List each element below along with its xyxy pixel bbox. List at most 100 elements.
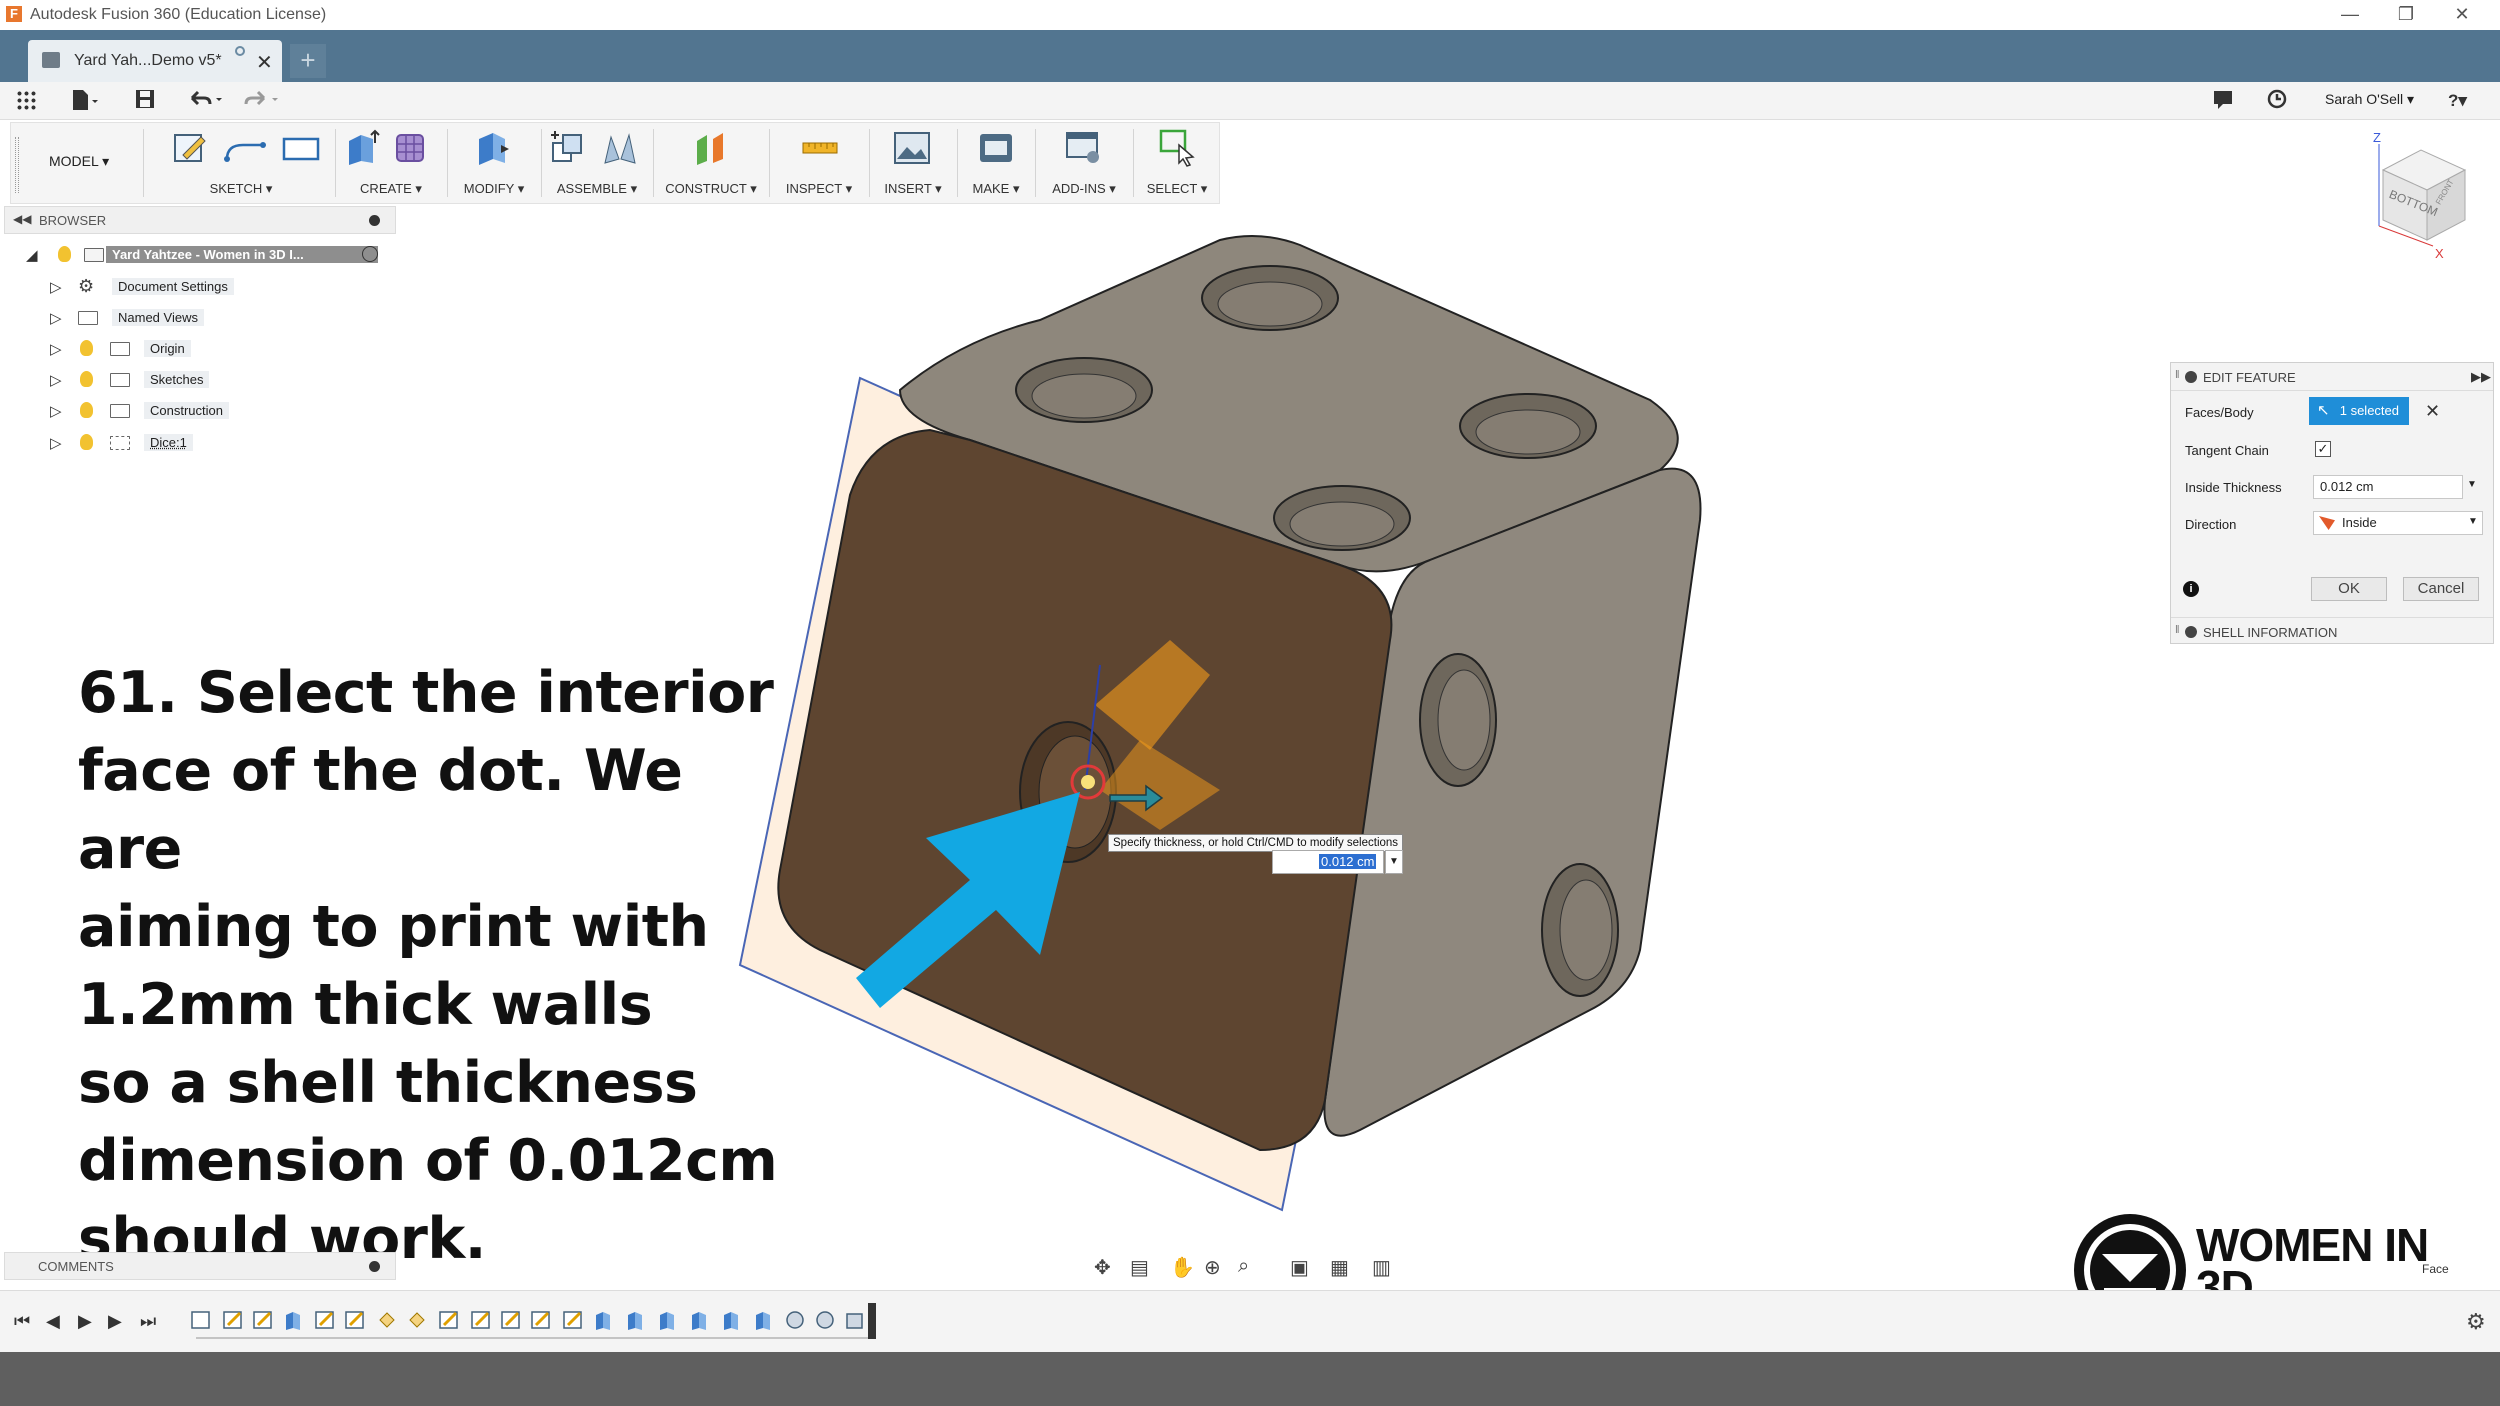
collapse-arrows-icon[interactable]: ◀◀	[13, 212, 31, 226]
user-account-menu[interactable]: Sarah O'Sell ▾	[2325, 91, 2414, 108]
tangent-chain-checkbox[interactable]: ✓	[2315, 441, 2331, 457]
toolbar-grip[interactable]	[15, 137, 19, 193]
sketch-feature-icon[interactable]	[470, 1309, 492, 1331]
sketch-feature-icon[interactable]	[530, 1309, 552, 1331]
expand-triangle-icon[interactable]: ▷	[50, 309, 62, 327]
viewcube[interactable]: BOTTOM FRONT Z X	[2365, 130, 2485, 270]
step-forward-icon[interactable]: ▶	[108, 1311, 122, 1332]
sketch-menu[interactable]: SKETCH ▾	[151, 181, 331, 197]
press-pull-icon[interactable]	[473, 129, 511, 167]
extrude-feature-icon[interactable]	[688, 1309, 710, 1331]
rectangle-icon[interactable]	[281, 129, 321, 167]
create-sketch-icon[interactable]	[171, 129, 209, 167]
joint-icon[interactable]	[601, 129, 639, 167]
modify-menu[interactable]: MODIFY ▾	[451, 181, 537, 197]
notifications-button[interactable]	[2212, 88, 2234, 114]
visibility-bulb-icon[interactable]	[80, 402, 93, 418]
orbit-icon[interactable]: ✥	[1094, 1255, 1111, 1280]
browser-item-construction[interactable]: ▷ Construction	[50, 400, 350, 424]
chevron-down-icon[interactable]: ▼	[1385, 850, 1403, 874]
sketch-feature-icon[interactable]	[562, 1309, 584, 1331]
offset-plane-icon[interactable]	[693, 129, 731, 167]
add-ins-menu[interactable]: ADD-INS ▾	[1039, 181, 1129, 197]
pan-icon[interactable]: ✋	[1170, 1255, 1195, 1280]
extrude-icon[interactable]	[343, 129, 381, 167]
extrude-feature-icon[interactable]	[656, 1309, 678, 1331]
expand-dialog-icon[interactable]: ▶▶	[2471, 369, 2491, 385]
visibility-bulb-icon[interactable]	[58, 246, 71, 262]
sketch-feature-icon[interactable]	[314, 1309, 336, 1331]
look-at-icon[interactable]: ▤	[1130, 1255, 1149, 1280]
pin-icon[interactable]	[369, 215, 380, 226]
model-canvas[interactable]	[700, 220, 1760, 1220]
browser-root-label[interactable]: Yard Yahtzee - Women in 3D I...	[106, 246, 378, 263]
expand-icon[interactable]	[2185, 626, 2197, 638]
browser-panel-header[interactable]: ◀◀ BROWSER	[4, 206, 396, 234]
faces-selection-button[interactable]: ↖ 1 selected	[2309, 397, 2409, 425]
new-tab-button[interactable]: +	[290, 44, 326, 78]
expand-triangle-icon[interactable]: ▷	[50, 278, 62, 296]
add-comment-icon[interactable]	[369, 1261, 380, 1272]
close-tab-button[interactable]: ✕	[256, 50, 273, 75]
browser-item-named-views[interactable]: ▷ Named Views	[50, 307, 350, 331]
comments-panel-header[interactable]: COMMENTS	[4, 1252, 396, 1280]
drag-handle-icon[interactable]: ‖	[2175, 369, 2180, 381]
timeline-marker[interactable]	[868, 1303, 876, 1339]
go-to-end-icon[interactable]: ⏭	[140, 1311, 156, 1332]
assemble-menu[interactable]: ASSEMBLE ▾	[545, 181, 649, 197]
sketch-feature-icon[interactable]	[500, 1309, 522, 1331]
shell-information-section[interactable]: ‖ SHELL INFORMATION	[2171, 617, 2493, 645]
combine-feature-icon[interactable]	[814, 1309, 836, 1331]
expand-triangle-icon[interactable]: ▷	[50, 402, 62, 420]
browser-item-origin[interactable]: ▷ Origin	[50, 338, 350, 362]
insert-image-icon[interactable]	[893, 129, 931, 167]
job-status-button[interactable]	[2266, 88, 2288, 114]
document-tab[interactable]: Yard Yah...Demo v5* ✕	[28, 40, 282, 82]
browser-item-sketches[interactable]: ▷ Sketches	[50, 369, 350, 393]
undo-button[interactable]	[186, 88, 226, 114]
chevron-down-icon[interactable]: ▼	[2467, 479, 2477, 490]
fit-icon[interactable]: ⌕	[1238, 1255, 1249, 1278]
extrude-feature-icon[interactable]	[282, 1309, 304, 1331]
go-to-start-icon[interactable]: ⏮	[14, 1311, 30, 1332]
help-button[interactable]: ?▾	[2448, 88, 2467, 114]
fillet-feature-icon[interactable]	[376, 1309, 398, 1331]
visibility-bulb-icon[interactable]	[80, 434, 93, 450]
expand-triangle-icon[interactable]: ◢	[26, 246, 38, 264]
extrude-feature-icon[interactable]	[592, 1309, 614, 1331]
data-panel-button[interactable]	[16, 88, 38, 114]
minimize-button[interactable]: —	[2330, 2, 2370, 26]
close-window-button[interactable]: ✕	[2442, 2, 2482, 26]
visibility-bulb-icon[interactable]	[80, 371, 93, 387]
browser-item-dice[interactable]: ▷ Dice:1	[50, 432, 350, 456]
sketch-feature-icon[interactable]	[252, 1309, 274, 1331]
info-icon[interactable]: i	[2183, 581, 2199, 597]
scripts-icon[interactable]	[1065, 129, 1103, 167]
manipulator-handle[interactable]	[1081, 775, 1095, 789]
extrude-feature-icon[interactable]	[752, 1309, 774, 1331]
extrude-feature-icon[interactable]	[624, 1309, 646, 1331]
select-menu[interactable]: SELECT ▾	[1137, 181, 1217, 197]
visibility-bulb-icon[interactable]	[80, 340, 93, 356]
activate-radio-icon[interactable]	[362, 246, 378, 262]
cancel-button[interactable]: Cancel	[2403, 577, 2479, 601]
expand-triangle-icon[interactable]: ▷	[50, 434, 62, 452]
workspace-switcher[interactable]: MODEL ▾	[49, 153, 109, 170]
sketch-feature-icon[interactable]	[222, 1309, 244, 1331]
thickness-dimension-input[interactable]: 0.012 cm ▼	[1272, 850, 1403, 874]
display-settings-icon[interactable]: ▣	[1290, 1255, 1309, 1280]
expand-triangle-icon[interactable]: ▷	[50, 340, 62, 358]
inside-thickness-input[interactable]: 0.012 cm	[2313, 475, 2463, 499]
viewports-icon[interactable]: ▥	[1372, 1255, 1391, 1280]
inspect-menu[interactable]: INSPECT ▾	[773, 181, 865, 197]
play-icon[interactable]: ▶	[78, 1311, 92, 1332]
dialog-header[interactable]: ‖ EDIT FEATURE ▶▶	[2171, 363, 2493, 391]
zoom-icon[interactable]: ⊕	[1204, 1255, 1221, 1280]
browser-root-row[interactable]: ◢ Yard Yahtzee - Women in 3D I...	[26, 244, 390, 268]
expand-triangle-icon[interactable]: ▷	[50, 371, 62, 389]
step-back-icon[interactable]: ◀	[46, 1311, 60, 1332]
ok-button[interactable]: OK	[2311, 577, 2387, 601]
line-icon[interactable]	[223, 129, 269, 167]
combine-feature-icon[interactable]	[784, 1309, 806, 1331]
timeline-settings-icon[interactable]: ⚙	[2466, 1309, 2486, 1335]
